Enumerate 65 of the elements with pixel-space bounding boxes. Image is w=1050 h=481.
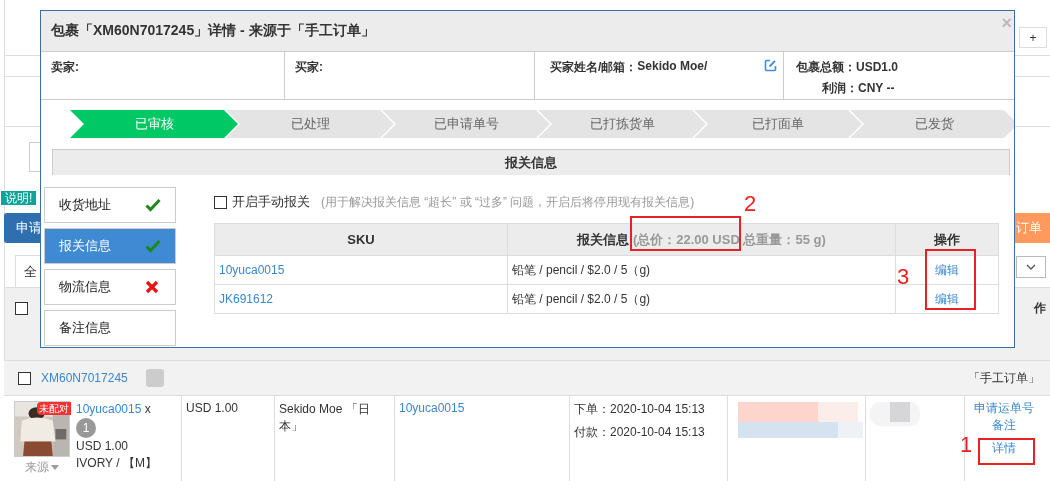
item-variant: IVORY / 【M】: [76, 455, 157, 472]
column-header: 操作: [895, 223, 999, 256]
action-link[interactable]: 备注: [992, 417, 1016, 434]
order-source: 「手工订单」: [968, 369, 1040, 387]
annotation-number: 1: [960, 434, 973, 456]
add-button[interactable]: +: [1019, 27, 1047, 48]
chevron-down-icon: [1026, 264, 1036, 270]
annotation-number: 3: [897, 266, 910, 288]
item-price: USD 1.00: [76, 438, 130, 455]
sku-link[interactable]: 10yuca0015: [219, 263, 285, 277]
seller-label: 卖家:: [51, 60, 79, 74]
progress-step: 已打面单: [694, 110, 862, 138]
edit-icon[interactable]: [764, 59, 777, 72]
buyer-label: 买家:: [295, 60, 323, 74]
dialog-title: 包裹「XM60N7017245」详情 - 来源于「手工订单」: [51, 22, 375, 40]
checkbox-label: 开启手动报关: [232, 193, 310, 211]
checkbox[interactable]: [15, 302, 28, 315]
quantity-badge: 1: [76, 418, 96, 438]
section-header: 报关信息: [53, 150, 1009, 175]
notice-label: 说明!: [1, 191, 37, 205]
hint-text: (用于解决报关信息 “超长” 或 “过多” 问题，开启后将停用现有报关信息): [321, 193, 695, 211]
select-field[interactable]: [1016, 256, 1046, 278]
progress-step: 已处理: [226, 110, 394, 138]
progress-step: 已申请单号: [382, 110, 550, 138]
buyer-name-label: 买家姓名/邮箱：: [550, 59, 638, 76]
progress-step: 已审核: [70, 110, 238, 138]
table-cell-text: 下单：2020-10-04 15:13: [574, 401, 706, 418]
package-link[interactable]: XM60N7017245: [41, 371, 128, 385]
table-cell: 铅笔 / pencil / $2.0 / 5（g): [507, 284, 896, 314]
summary-text: (总价：22.00 USD 总重量：55 g): [632, 231, 826, 247]
side-tab[interactable]: 备注信息: [44, 310, 176, 346]
table-cell: USD 1.00: [186, 401, 239, 415]
side-tab[interactable]: 收货地址: [44, 187, 176, 223]
annotation-number: 2: [744, 193, 757, 215]
table-cell-text: 付款：2020-10-04 15:13: [574, 424, 706, 441]
progress-step: 已打拣货单: [538, 110, 706, 138]
source-dropdown[interactable]: 来源: [25, 459, 59, 476]
edit-link[interactable]: 编辑: [935, 291, 959, 306]
highlight-frame: [978, 438, 1035, 465]
action-link[interactable]: 申请运单号: [974, 400, 1034, 417]
sku-link[interactable]: 10yuca0015: [76, 402, 142, 416]
table-cell: Sekido Moe 「日本」: [279, 402, 370, 433]
checkbox[interactable]: [214, 195, 227, 209]
sku-link[interactable]: 10yuca0015: [399, 401, 465, 415]
unmatched-badge: 未配对: [37, 402, 71, 415]
quantity-sign: x: [144, 402, 151, 416]
progress-step: 已发货: [850, 110, 1014, 138]
profit-value: CNY --: [858, 81, 895, 95]
checkbox[interactable]: [18, 371, 31, 385]
total-value: USD1.0: [856, 60, 899, 74]
highlight-frame: [925, 249, 976, 310]
sku-link[interactable]: JK691612: [219, 292, 274, 306]
side-tab[interactable]: 物流信息: [44, 269, 176, 305]
column-header: 作: [1034, 300, 1046, 317]
side-tab[interactable]: 报关信息: [44, 228, 176, 264]
column-header: SKU: [214, 223, 508, 256]
caret-icon: [51, 465, 59, 470]
profit-label: 利润：: [822, 81, 858, 95]
buyer-name: Sekido Moe/: [637, 59, 708, 73]
column-header: 报关信息: [577, 231, 630, 247]
table-cell: 铅笔 / pencil / $2.0 / 5（g): [507, 255, 896, 285]
edit-link[interactable]: 编辑: [935, 262, 959, 277]
total-label: 包裹总额：: [796, 60, 856, 74]
action-link[interactable]: 详情: [992, 440, 1016, 457]
tag-icon: [145, 369, 164, 387]
